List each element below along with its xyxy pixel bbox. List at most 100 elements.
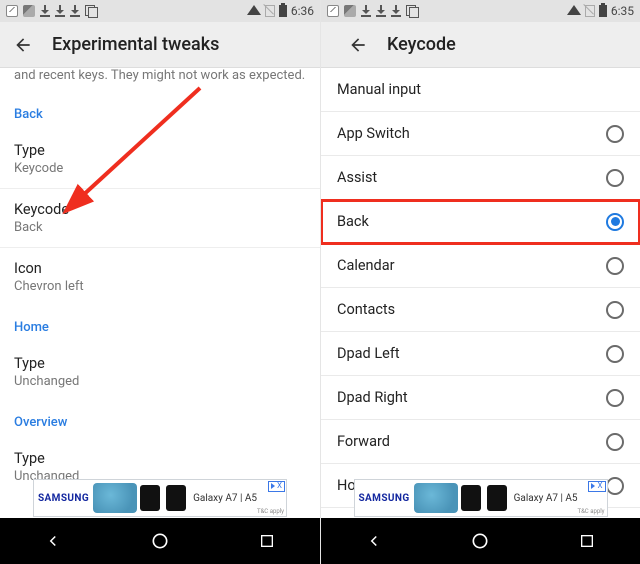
picture-icon (344, 5, 356, 17)
option-label: Assist (337, 169, 377, 186)
download-icon (40, 5, 50, 17)
option-label: Manual input (337, 81, 421, 98)
download-icon (361, 5, 371, 17)
keycode-option[interactable]: Contacts (321, 288, 640, 332)
battery-icon (599, 5, 607, 17)
no-sim-icon (265, 5, 275, 17)
option-label: Back (337, 213, 369, 230)
keycode-list: Manual input App Switch Assist Back Calendar… (321, 68, 640, 518)
clipboard-icon (85, 5, 97, 17)
radio-icon[interactable] (606, 213, 624, 231)
section-header-home: Home (0, 306, 320, 343)
radio-icon[interactable] (606, 345, 624, 363)
nav-bar (0, 518, 320, 564)
ad-banner[interactable]: SAMSUNG Galaxy A7 | A5 X T&C apply (354, 479, 608, 517)
ad-phone-icon (166, 485, 186, 511)
keycode-option[interactable]: Dpad Right (321, 376, 640, 420)
keycode-option[interactable]: Back (321, 200, 640, 244)
picture-icon (23, 5, 35, 17)
ad-close-badge[interactable]: X (588, 481, 605, 492)
option-label: Calendar (337, 257, 395, 274)
keycode-option[interactable]: Assist (321, 156, 640, 200)
option-label: Dpad Left (337, 345, 400, 362)
nav-home-button[interactable] (130, 518, 190, 564)
pref-title: Type (14, 450, 306, 467)
radio-icon[interactable] (606, 257, 624, 275)
nav-back-button[interactable] (344, 518, 404, 564)
ad-terms: T&C apply (257, 508, 284, 515)
phone-left: 6:36 Experimental tweaks and recent keys… (0, 0, 320, 564)
status-bar: 6:36 (0, 0, 320, 22)
pref-title: Icon (14, 260, 306, 277)
nav-recents-button[interactable] (237, 518, 297, 564)
option-label: Forward (337, 433, 390, 450)
ad-phone-icon (140, 485, 160, 511)
radio-icon[interactable] (606, 433, 624, 451)
ad-close-badge[interactable]: X (268, 481, 285, 492)
ad-product: Galaxy A7 | A5 (514, 493, 578, 504)
radio-icon[interactable] (606, 169, 624, 187)
keycode-option[interactable]: App Switch (321, 112, 640, 156)
pref-title: Type (14, 142, 306, 159)
back-arrow-icon[interactable] (347, 34, 369, 56)
no-sim-icon (585, 5, 595, 17)
gmail-icon (6, 5, 18, 17)
settings-content: and recent keys. They might not work as … (0, 68, 320, 518)
app-bar: Experimental tweaks (0, 22, 320, 68)
ad-product: Galaxy A7 | A5 (193, 493, 257, 504)
option-label: Contacts (337, 301, 395, 318)
pref-title: Keycode (14, 201, 306, 218)
nav-home-button[interactable] (450, 518, 510, 564)
ad-image (93, 483, 137, 513)
ad-banner[interactable]: SAMSUNG Galaxy A7 | A5 X T&C apply (33, 479, 287, 517)
keycode-option[interactable]: Manual input (321, 68, 640, 112)
ad-phone-icon (461, 485, 481, 511)
gmail-icon (327, 5, 339, 17)
section-header-overview: Overview (0, 401, 320, 438)
radio-icon[interactable] (606, 389, 624, 407)
option-label: App Switch (337, 125, 410, 142)
pref-title: Type (14, 355, 306, 372)
pref-back-type[interactable]: Type Keycode (0, 130, 320, 188)
pref-back-icon[interactable]: Icon Chevron left (0, 247, 320, 306)
page-title: Experimental tweaks (52, 34, 219, 55)
pref-summary: Back (14, 220, 306, 235)
ad-terms: T&C apply (577, 508, 604, 515)
wifi-icon (567, 5, 581, 17)
keycode-option[interactable]: Forward (321, 420, 640, 464)
download-icon (376, 5, 386, 17)
ad-phone-icon (487, 485, 507, 511)
keycode-option[interactable]: Dpad Left (321, 332, 640, 376)
wifi-icon (247, 5, 261, 17)
download-icon (70, 5, 80, 17)
status-clock: 6:35 (611, 4, 634, 18)
status-clock: 6:36 (291, 4, 314, 18)
download-icon (55, 5, 65, 17)
nav-back-button[interactable] (23, 518, 83, 564)
battery-icon (279, 5, 287, 17)
radio-icon[interactable] (606, 477, 624, 495)
back-arrow-icon[interactable] (12, 34, 34, 56)
radio-icon[interactable] (606, 125, 624, 143)
nav-recents-button[interactable] (557, 518, 617, 564)
nav-bar (321, 518, 640, 564)
status-bar: 6:35 (321, 0, 640, 22)
description-text: and recent keys. They might not work as … (0, 68, 320, 93)
pref-summary: Keycode (14, 161, 306, 176)
page-title: Keycode (387, 34, 456, 55)
pref-summary: Chevron left (14, 279, 306, 294)
ad-brand: SAMSUNG (34, 493, 93, 504)
section-header-back: Back (0, 93, 320, 130)
radio-icon[interactable] (606, 301, 624, 319)
option-label: Dpad Right (337, 389, 408, 406)
phone-right: 6:35 Keycode Manual input App Switch Assis… (320, 0, 640, 564)
keycode-option[interactable]: Calendar (321, 244, 640, 288)
ad-image (414, 483, 458, 513)
app-bar: Keycode (321, 22, 640, 68)
pref-home-type[interactable]: Type Unchanged (0, 343, 320, 401)
pref-summary: Unchanged (14, 374, 306, 389)
ad-brand: SAMSUNG (355, 493, 414, 504)
download-icon (391, 5, 401, 17)
pref-back-keycode[interactable]: Keycode Back (0, 188, 320, 247)
clipboard-icon (406, 5, 418, 17)
